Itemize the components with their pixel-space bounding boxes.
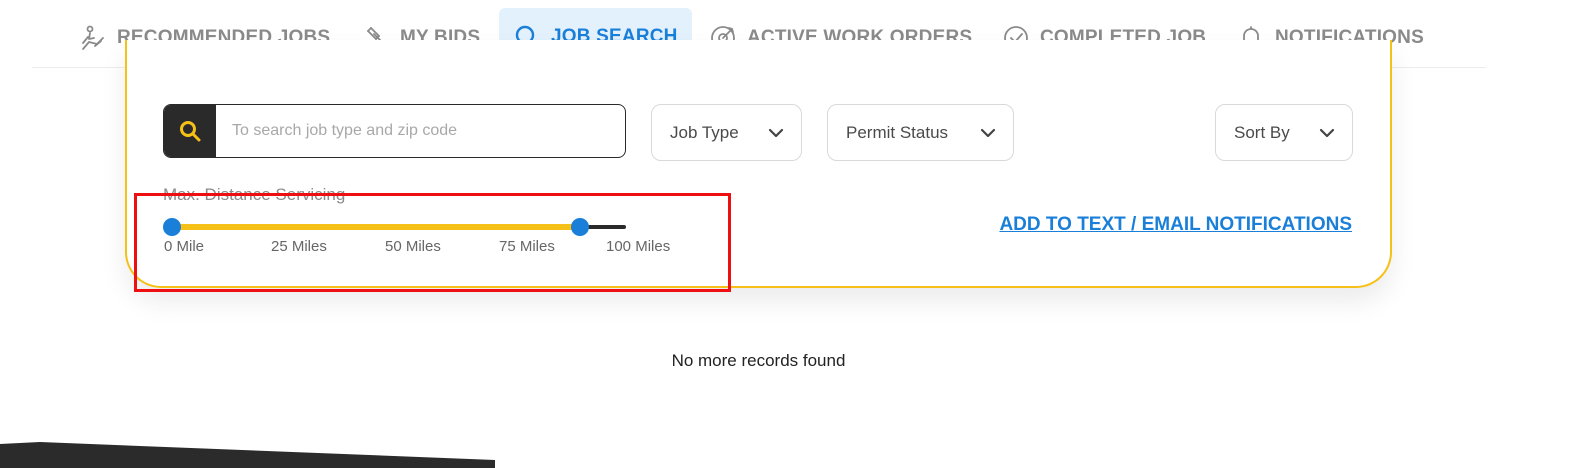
slider-tick-label: 0 Mile [164, 238, 205, 255]
search-input[interactable] [216, 105, 625, 157]
search-button[interactable] [164, 105, 216, 157]
add-notifications-link[interactable]: ADD TO TEXT / EMAIL NOTIFICATIONS [999, 214, 1352, 236]
footer-decoration [0, 442, 495, 468]
page: RECOMMENDED JOBS MY BIDS JOB SEARCH ACTI… [0, 0, 1591, 468]
hand-icon [82, 25, 104, 50]
sort-by-label: Sort By [1234, 122, 1290, 142]
job-type-label: Job Type [670, 122, 739, 142]
permit-status-label: Permit Status [846, 122, 949, 142]
chevron-down-icon [980, 128, 996, 137]
slider-handle-min[interactable] [163, 218, 181, 236]
search-icon [180, 121, 201, 142]
slider-tick-label: 25 Miles [271, 238, 327, 255]
sort-by-dropdown[interactable]: Sort By [1215, 104, 1353, 161]
chevron-down-icon [1319, 128, 1335, 137]
distance-label: Max. Distance Servicing [163, 185, 346, 204]
slider-selected-range [172, 224, 580, 230]
distance-range-slider[interactable] [163, 218, 626, 236]
empty-state-message: No more records found [671, 351, 846, 370]
job-type-dropdown[interactable]: Job Type [651, 104, 802, 161]
slider-tick-label: 100 Miles [606, 238, 671, 255]
permit-status-dropdown[interactable]: Permit Status [827, 104, 1014, 161]
search-bar [163, 104, 626, 158]
slider-tick-label: 50 Miles [385, 238, 441, 255]
chevron-down-icon [768, 128, 784, 137]
slider-handle-max[interactable] [570, 218, 589, 236]
slider-tick-label: 75 Miles [499, 238, 555, 255]
